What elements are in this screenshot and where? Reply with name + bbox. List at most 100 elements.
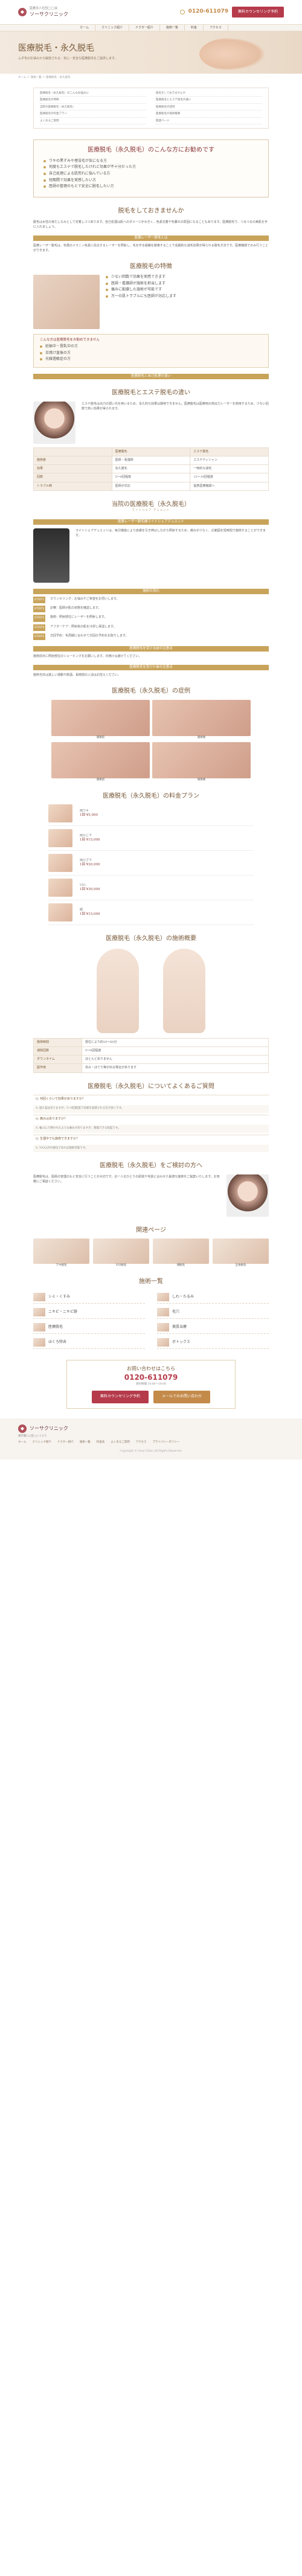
compare-block: エステ脱毛は出力の弱い光を用いるため、永久的な効果は期待できません。医療脱毛は医… [33,401,269,444]
related-item[interactable]: 全身脱毛 [213,1238,269,1268]
treatment-item[interactable]: 毛穴 [157,1306,269,1319]
laser-machine-image [33,528,69,583]
table-row: トラブル時 医師が対応 提携医療機関へ [33,481,269,491]
treatment-item[interactable]: 美肌治療 [157,1321,269,1334]
contact-box: お問い合わせはこちら 0120-611079 受付時間 10:00〜19:00 … [66,1360,236,1409]
footer-nav-item[interactable]: 施術一覧 [80,1441,91,1445]
case-item: 施術後 [152,699,251,740]
section-heading: 医療脱毛（永久脱毛）についてよくあるご質問 [88,1083,214,1090]
table-cell: 施術者 [33,455,112,466]
related-item[interactable]: 顔脱毛 [153,1238,209,1268]
nav-item[interactable]: 料金 [185,25,204,31]
faq-question[interactable]: Q. 痛みはありますか？ [33,1114,269,1123]
footer-nav-item[interactable]: アクセス [136,1441,147,1445]
table-row: 回数 5〜8回程度 12〜18回程度 [33,473,269,482]
faq-answer: A. 個人差はありますが、5〜8回程度で効果を実感される方が多いです。 [33,1105,269,1113]
site-header: ◆ 医療法人社団◯◯会 ソーサクリニック 0120-611079 無料カウンセリ… [0,0,302,24]
plan-price: 1回 ¥20,000 [80,862,100,867]
logo-mark-icon: ◆ [18,1424,27,1433]
reserve-button[interactable]: 無料カウンセリング予約 [91,1390,149,1403]
footer-nav-item[interactable]: ドクター紹介 [57,1441,74,1445]
treatment-thumb [157,1308,169,1317]
plan-image [48,854,72,873]
caution-item: 日焼け直後の方 [40,351,262,356]
logo-mark-icon: ◆ [18,8,27,16]
toc-item[interactable]: 医療脱毛の症例 [156,106,262,111]
footer-nav-item[interactable]: よくあるご質問 [111,1441,130,1445]
plan-name: VIO [80,883,86,887]
logo-subtitle: 医療法人社団◯◯会 [30,6,58,10]
table-cell: 部位により約10〜60分 [82,1037,269,1047]
toc-item[interactable]: 医療脱毛（永久脱毛）のこんなお悩みに [40,92,146,97]
nav-item[interactable]: ドクター紹介 [129,25,160,31]
model-photo [33,401,76,444]
phone-icon [179,10,185,14]
treatment-item[interactable]: シミ・くすみ [33,1291,145,1304]
treatment-item[interactable]: しわ・たるみ [157,1291,269,1304]
doctor-photo [226,1174,269,1217]
related-item[interactable]: ワキ脱毛 [33,1238,89,1268]
flow-step-text: カウンセリング：お悩みやご希望をお伺いします。 [50,597,120,601]
footer-nav-item[interactable]: 料金表 [97,1441,105,1445]
footer-logo[interactable]: ◆ ソーサクリニック [18,1424,284,1433]
toc-item[interactable]: 関連ページ [156,120,262,125]
plan-image [48,879,72,897]
related-item[interactable]: VIO脱毛 [93,1238,149,1268]
section-band: 医療脱毛を受けた後の注意点 [33,665,269,671]
nav-item[interactable]: 施術一覧 [160,25,185,31]
related-label: ワキ脱毛 [56,1264,67,1267]
treatment-label: ほくろ除去 [48,1340,67,1345]
hero: 医療脱毛・永久脱毛 ムダ毛のお悩みから解放される、安心・安全な医療脱毛をご提供し… [0,31,302,74]
case-caption: 施術後 [197,778,206,782]
recommend-item: 短期間で効果を実感したい方 [43,178,259,184]
toc-item[interactable]: 医療脱毛の特徴 [40,98,146,104]
footer-nav-item[interactable]: プライバシーポリシー [152,1441,179,1445]
table-row: 施術時間 部位により約10〜60分 [33,1037,269,1047]
toc-item[interactable]: よくあるご質問 [40,120,146,125]
treatment-item[interactable]: ニキビ・ニキビ跡 [33,1306,145,1319]
recommend-box: 医療脱毛（永久脱毛）のこんな方にお勧めです ワキの黒ずみや埋没毛が気になる方 何… [33,139,269,198]
treatment-list: シミ・くすみ しわ・たるみ ニキビ・ニキビ跡 毛穴 医療脱毛 美肌治療 ほくろ除… [0,1290,302,1350]
recommend-item: ワキの黒ずみや埋没毛が気になる方 [43,159,259,164]
header-tel[interactable]: 0120-611079 [188,8,228,16]
nav-item[interactable]: クリニック紹介 [95,25,130,31]
faq-question[interactable]: Q. 生理中でも施術できますか？ [33,1134,269,1143]
caution-box: こんな方は医療脱毛をお勧めできません 妊娠中・授乳中の方 日焼け直後の方 光線過… [33,334,269,368]
flow-step: STEP3 施術：照射部位にレーザーを照射します。 [33,615,269,622]
footer-nav-item[interactable]: ホーム [18,1441,26,1445]
toc-item[interactable]: 医療脱毛とエステ脱毛の違い [156,98,262,104]
treatment-item[interactable]: 医療脱毛 [33,1321,145,1334]
treatment-thumb [33,1308,45,1317]
treatment-item[interactable]: ほくろ除去 [33,1336,145,1350]
flow-step-text: 次回予約：毛周期に合わせて次回の予約をお取りします。 [50,633,129,638]
treatment-item[interactable]: ボトックス [157,1336,269,1350]
faq-question[interactable]: Q. 何回くらいで効果がありますか？ [33,1095,269,1103]
plan-price: 1回 ¥5,000 [80,813,98,817]
nav-item[interactable]: ホーム [74,25,96,31]
breadcrumb[interactable]: ホーム ＞ 施術一覧 ＞ 医療脱毛・永久脱毛 [0,74,302,83]
logo[interactable]: ◆ 医療法人社団◯◯会 ソーサクリニック [18,7,68,18]
treatment-thumb [157,1323,169,1332]
section-band: 医療脱毛と自己処理の違い [33,374,269,380]
footer-nav: ホーム クリニック紹介 ドクター紹介 施術一覧 料金表 よくあるご質問 アクセス… [18,1441,284,1445]
reserve-button[interactable]: 無料カウンセリング予約 [231,6,284,18]
toc-item[interactable]: 医療脱毛の施術概要 [156,112,262,118]
contact-hours: 受付時間 10:00〜19:00 [136,1383,166,1386]
toc-item[interactable]: 脱毛をしておきませんか [156,92,262,97]
table-cell: 永久脱毛 [111,464,191,474]
related-label: VIO脱毛 [115,1264,127,1267]
caution-title: こんな方は医療脱毛をお勧めできません [40,338,100,342]
contact-tel[interactable]: 0120-611079 [72,1373,230,1383]
toc-item[interactable]: 医療脱毛の料金プラン [40,112,146,118]
case-caption: 施術前 [96,735,105,739]
toc-item[interactable]: 当院の医療脱毛（永久脱毛） [40,106,146,111]
mail-button[interactable]: メールでのお問い合わせ [153,1390,211,1403]
plan-item: 両ワキ 1回 ¥5,000 [48,804,254,827]
footer-nav-item[interactable]: クリニック紹介 [32,1441,51,1445]
flow-step: STEP5 次回予約：毛周期に合わせて次回の予約をお取りします。 [33,633,269,641]
treatment-label: シミ・くすみ [48,1295,71,1299]
section-heading: 医療脱毛（永久脱毛）の施術概要 [106,935,196,943]
nav-item[interactable]: アクセス [204,25,228,31]
treatment-thumb [157,1293,169,1302]
table-row: 通院回数 5〜8回程度 [33,1046,269,1056]
